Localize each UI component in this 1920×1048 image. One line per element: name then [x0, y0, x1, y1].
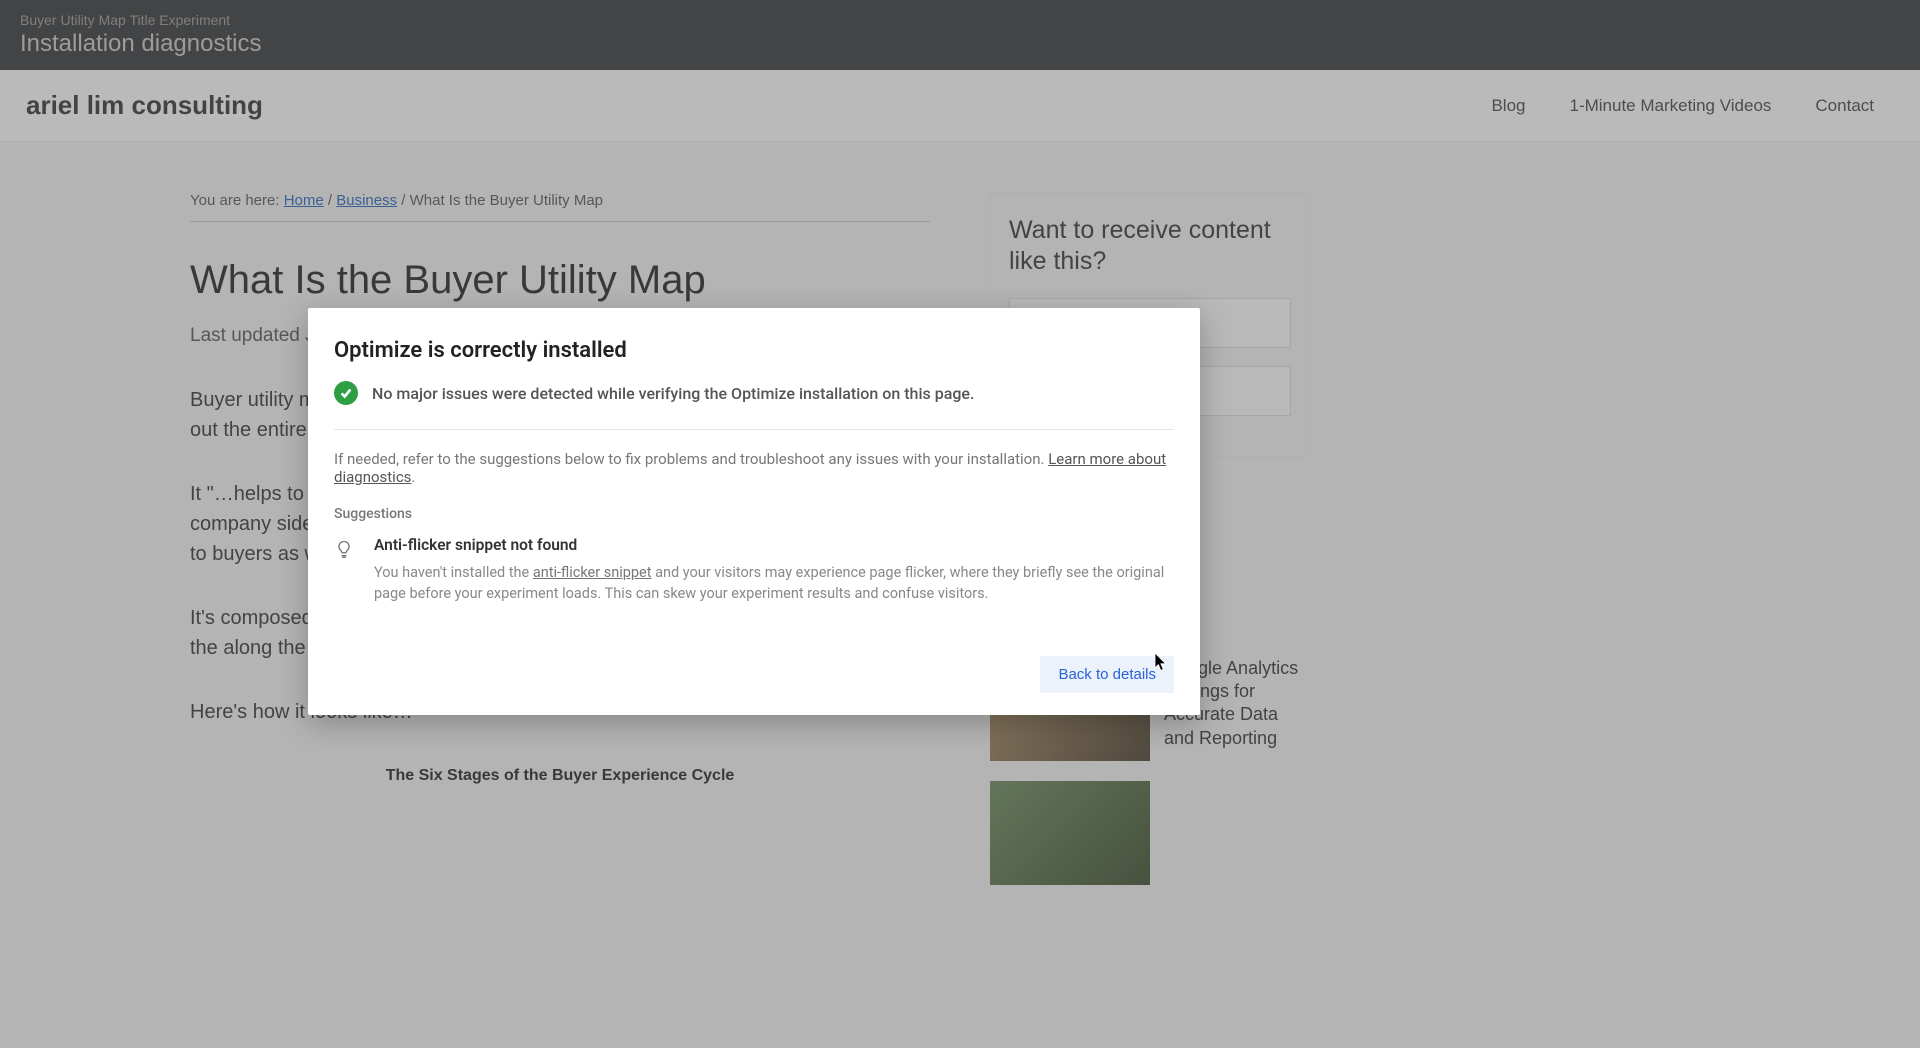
status-text: No major issues were detected while veri…: [372, 384, 974, 403]
diagnostics-modal: Optimize is correctly installed No major…: [308, 308, 1200, 715]
help-text: If needed, refer to the suggestions belo…: [334, 450, 1174, 486]
status-row: No major issues were detected while veri…: [334, 381, 1174, 430]
suggestions-label: Suggestions: [334, 506, 1174, 522]
cursor-pointer-icon: [1150, 650, 1170, 676]
suggestion-content: Anti-flicker snippet not found You haven…: [374, 536, 1174, 604]
suggestion-title: Anti-flicker snippet not found: [374, 536, 1174, 554]
modal-actions: Back to details: [334, 656, 1174, 693]
anti-flicker-snippet-link[interactable]: anti-flicker snippet: [533, 564, 652, 581]
modal-title: Optimize is correctly installed: [334, 338, 1174, 363]
suggestion-body: You haven't installed the anti-flicker s…: [374, 562, 1174, 604]
suggestion-item: Anti-flicker snippet not found You haven…: [334, 536, 1174, 604]
lightbulb-icon: [334, 538, 358, 604]
check-circle-icon: [334, 381, 358, 405]
